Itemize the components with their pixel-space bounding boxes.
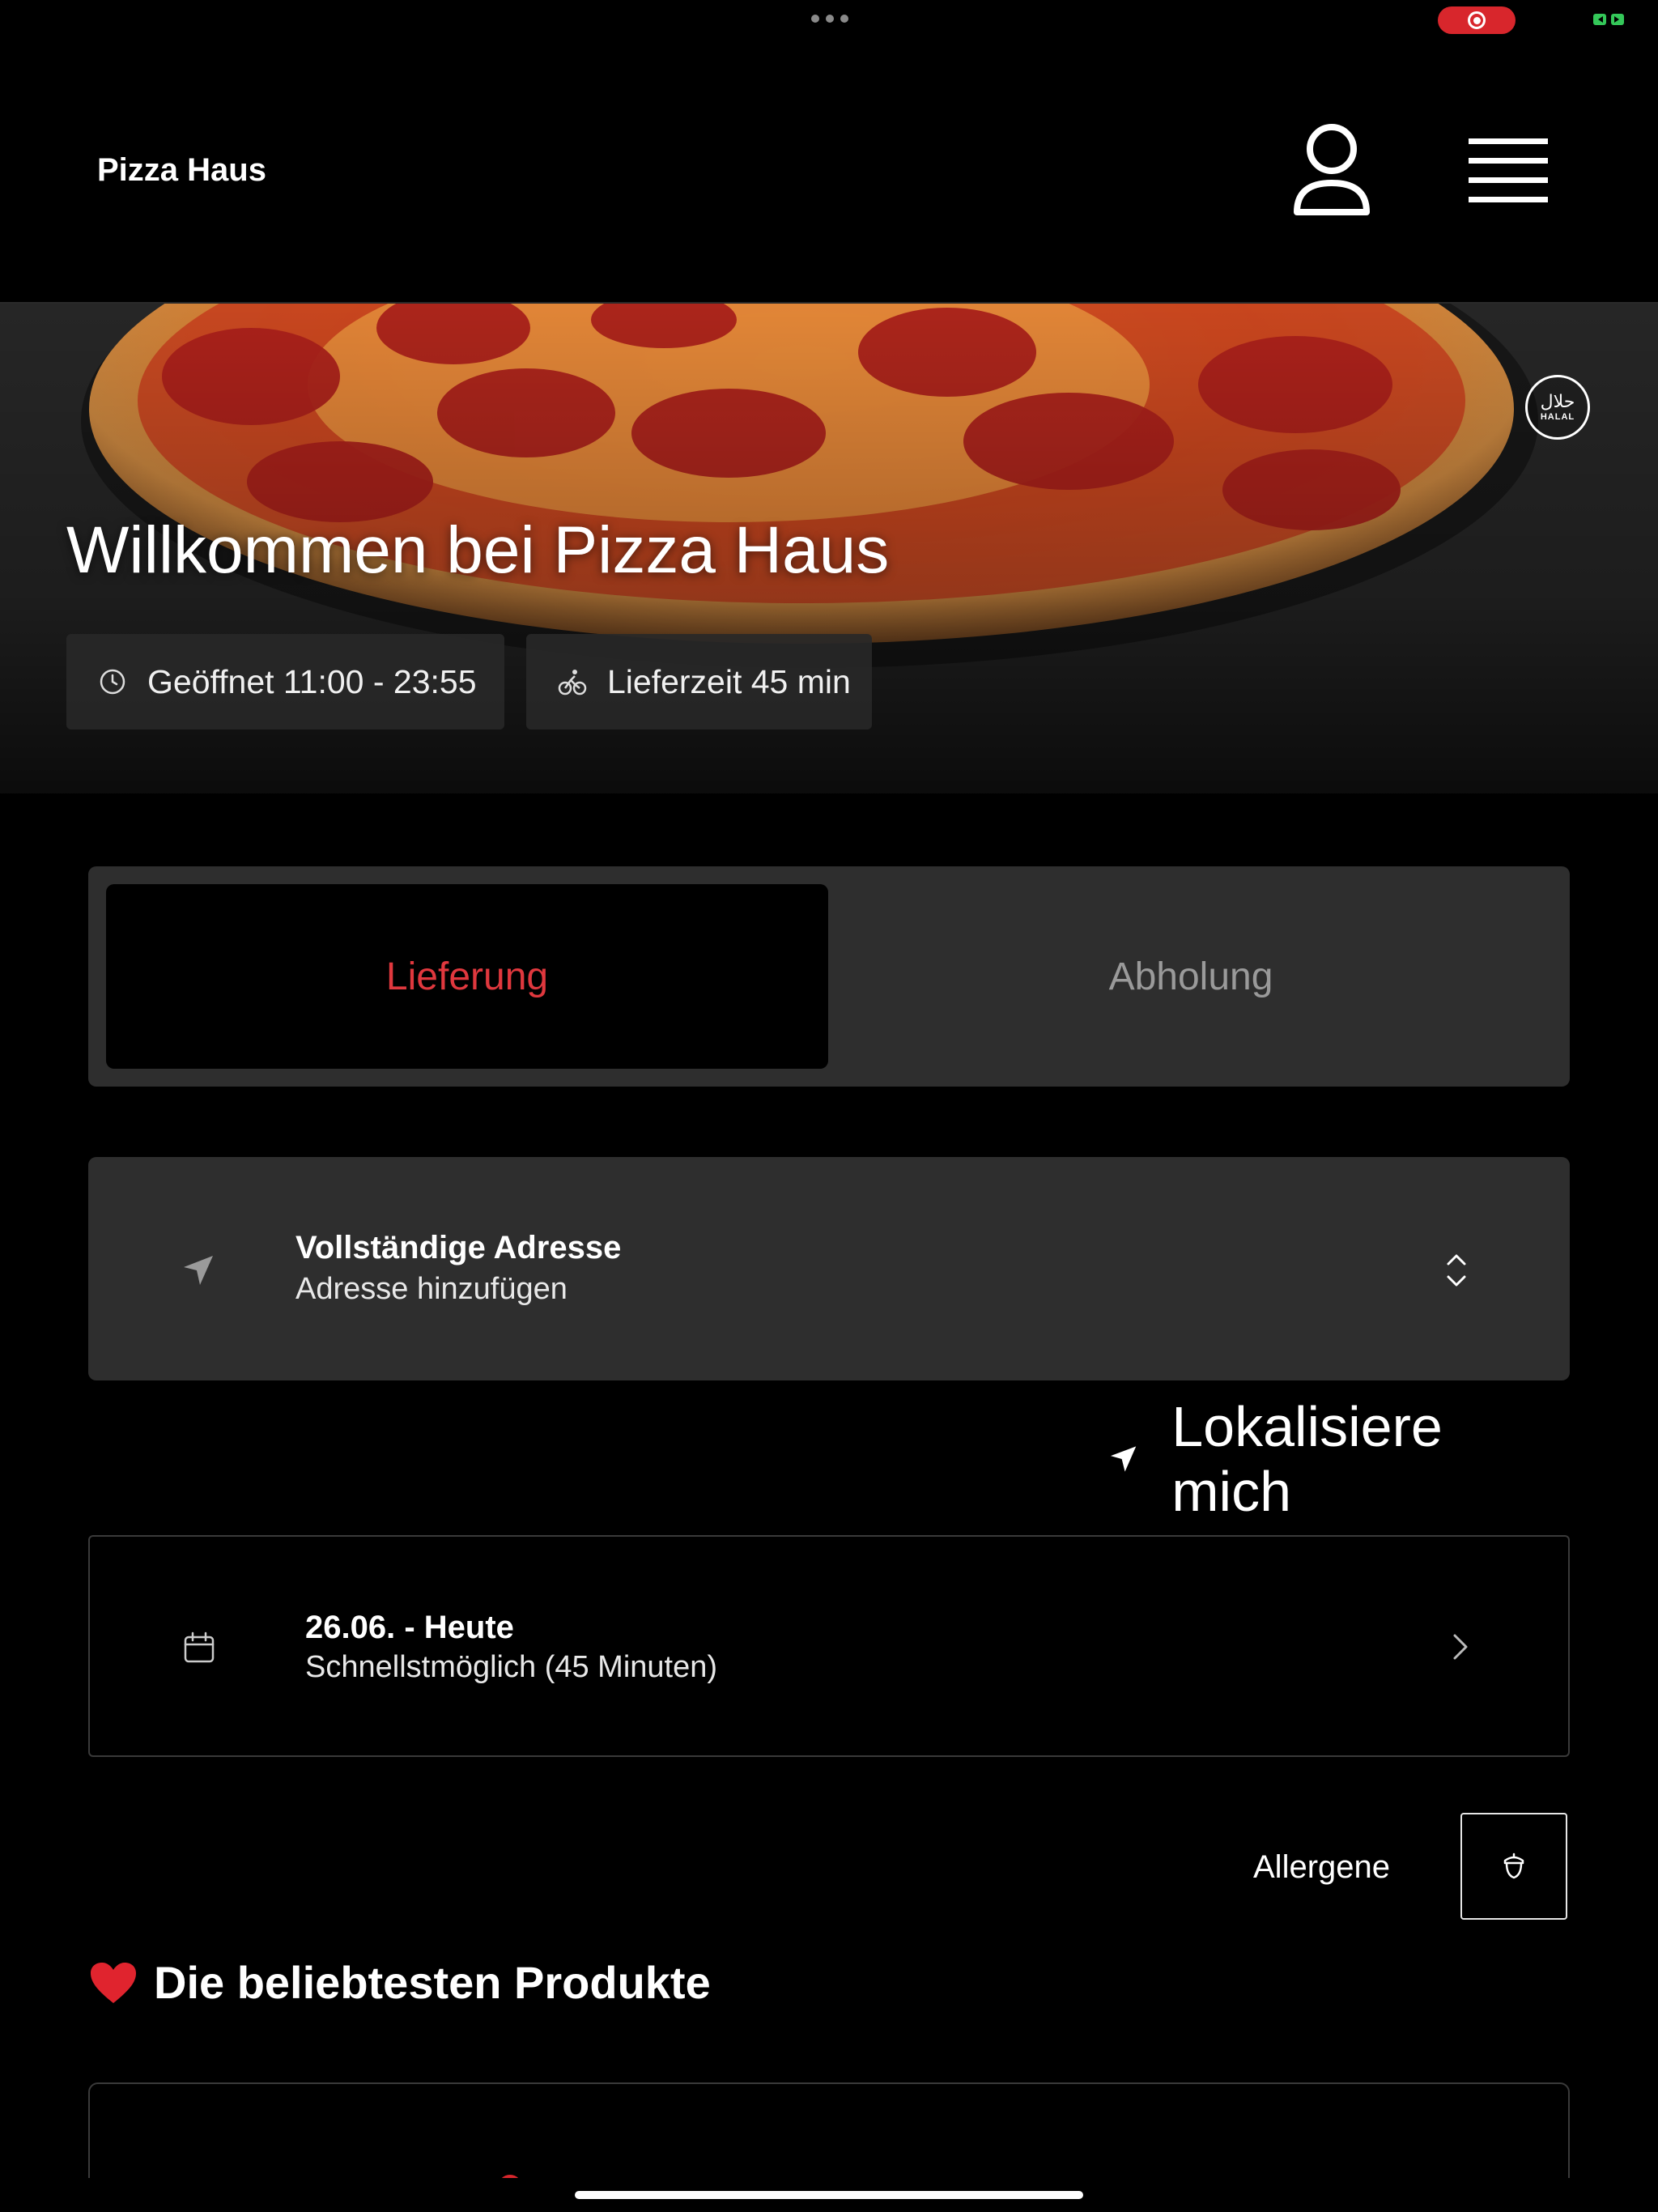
battery-icon (1593, 14, 1624, 25)
chevron-right-icon (1453, 1634, 1468, 1660)
tab-pickup[interactable]: Abholung (830, 884, 1552, 1069)
acorn-icon (1503, 1853, 1524, 1879)
location-arrow-icon (1110, 1446, 1137, 1472)
opening-hours-chip: Geöffnet 11:00 - 23:55 (66, 634, 504, 730)
calendar-icon (184, 1631, 215, 1663)
allergens-label[interactable]: Allergene (1253, 1849, 1390, 1886)
address-placeholder: Adresse hinzufügen (295, 1272, 568, 1306)
home-indicator[interactable] (0, 2178, 1658, 2212)
section-title-text: Die beliebtesten Produkte (154, 1957, 711, 2008)
allergens-button[interactable] (1460, 1813, 1567, 1920)
heart-icon (91, 1962, 136, 2003)
delivery-time-selector[interactable]: 26.06. - Heute Schnellstmöglich (45 Minu… (88, 1535, 1570, 1757)
delivery-time-chip: Lieferzeit 45 min (526, 634, 872, 730)
locate-me-button[interactable]: Lokalisiere mich (1109, 1395, 1569, 1523)
multitasking-dots-icon[interactable] (811, 15, 848, 23)
app-header: Pizza Haus (0, 40, 1658, 304)
order-mode-tabs: Lieferung Abholung (88, 866, 1570, 1087)
profile-icon[interactable] (1287, 121, 1376, 219)
status-bar (0, 0, 1658, 40)
bike-icon (558, 670, 587, 696)
screen-recording-icon (1438, 6, 1516, 34)
brand-name[interactable]: Pizza Haus (97, 152, 266, 189)
address-title: Vollständige Adresse (295, 1230, 622, 1266)
locate-me-label: Lokalisiere mich (1171, 1395, 1443, 1523)
navigation-arrow-icon (184, 1256, 213, 1285)
tab-delivery[interactable]: Lieferung (106, 884, 828, 1069)
clock-icon (100, 669, 125, 695)
welcome-title: Willkommen bei Pizza Haus (66, 513, 890, 587)
address-selector[interactable]: Vollständige Adresse Adresse hinzufügen (88, 1157, 1570, 1380)
hero-banner: حلال HALAL Willkommen bei Pizza Haus Geö… (0, 304, 1658, 793)
schedule-date: 26.06. - Heute (305, 1610, 514, 1645)
halal-badge-icon: حلال HALAL (1525, 375, 1590, 440)
schedule-time: Schnellstmöglich (45 Minuten) (305, 1650, 718, 1684)
hamburger-menu-icon[interactable] (1464, 134, 1553, 206)
delivery-time-text: Lieferzeit 45 min (607, 662, 851, 700)
chevron-up-down-icon (1447, 1254, 1466, 1287)
popular-products-heading: Die beliebtesten Produkte (89, 1956, 711, 2009)
opening-hours-text: Geöffnet 11:00 - 23:55 (147, 662, 477, 700)
